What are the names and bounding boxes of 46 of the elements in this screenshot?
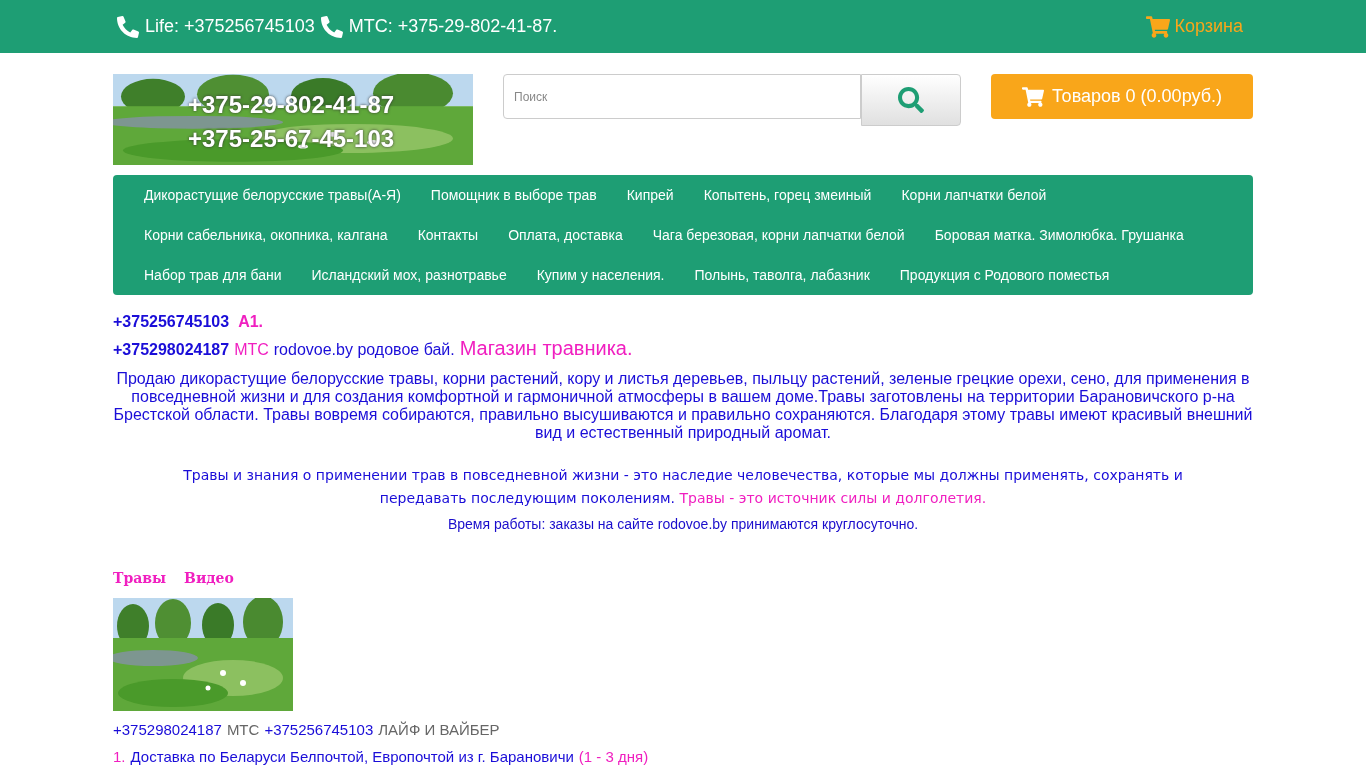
cart-button[interactable]: Товаров 0 (0.00руб.) [991, 74, 1253, 119]
list-number: 1. [113, 748, 126, 765]
cart-icon [1146, 14, 1171, 39]
contact-text: +375256745103 [113, 313, 230, 331]
phone-line-text: МТС [226, 721, 260, 738]
phone-line-text: +375256745103 [264, 721, 374, 738]
menu-item[interactable]: Купим у населения. [521, 255, 680, 295]
menu-item[interactable]: Боровая матка. Зимолюбка. Грушанка [919, 215, 1199, 255]
search-button[interactable] [861, 74, 961, 126]
phone-icon [117, 15, 139, 38]
phone-number: Life: +375256745103 [145, 16, 315, 37]
intro-paragraph: Продаю дикорастущие белорусские травы, корни растений, кору и листья деревьев, пыльцу растений, зеленые грецкие орехи, сено, для применения в повседневной жизни и для создания комфортной и гармоничной атмосферы в вашем доме.Травы заготовлены на территории Барановичского р-на Брестской области. Травы вовремя собираются, правильно высушиваются и правильно сохраняются. Благодаря этому травы имеют красивый внешний вид и естественный природный аромат. [113, 370, 1253, 442]
menu-item[interactable]: Контакты [402, 215, 494, 255]
menu-item[interactable]: Копытень, горец змеиный [688, 175, 887, 215]
phone-icon [320, 15, 343, 38]
menu-item[interactable]: Набор трав для бани [129, 255, 297, 295]
menu-item[interactable]: Дикорастущие белорусские травы(А-Я) [129, 175, 416, 215]
banner-phone: +375-25-67-45-103 [188, 124, 395, 154]
menu-item[interactable]: Полынь, таволга, лабазник [679, 255, 885, 295]
tab[interactable]: Травы [113, 570, 167, 586]
search-icon [898, 87, 924, 113]
menu-item[interactable]: Помощник в выборе трав [415, 175, 612, 215]
contact-text: МТС [234, 341, 269, 359]
delivery-time: (1 - 3 дня) [578, 748, 649, 765]
cart-link[interactable]: Корзина [1146, 14, 1243, 39]
menu-item[interactable]: Исландский мох, разнотравье [296, 255, 522, 295]
menu-item[interactable]: Кипрей [611, 175, 689, 215]
phone-line-text: ЛАЙФ И ВАЙБЕР [378, 721, 500, 738]
contact-text: Магазин травника. [459, 337, 633, 360]
menu-item[interactable]: Оплата, доставка [493, 215, 638, 255]
menu-item[interactable]: Корни сабельника, окопника, калгана [129, 215, 403, 255]
contact-text: rodovoe.by родовое бай. [273, 341, 455, 359]
search-field[interactable]: Поиск [503, 74, 861, 119]
banner-phone: +375-29-802-41-87 [188, 90, 395, 120]
phone-number: МТС: +375-29-802-41-87. [348, 16, 558, 37]
tab[interactable]: Видео [184, 570, 234, 586]
menu-item[interactable]: Чага березовая, корни лапчатки белой [637, 215, 920, 255]
cart-icon [1022, 85, 1045, 108]
menu-item[interactable]: Продукция с Родового поместья [884, 255, 1125, 295]
contact-text: А1. [238, 313, 264, 331]
working-hours: Время работы: заказы на сайте rodovoe.by принимаются круглосуточно. [446, 516, 920, 532]
phone-line-text: +375298024187 [113, 721, 222, 738]
menu-item[interactable]: Корни лапчатки белой [886, 175, 1062, 215]
delivery-link[interactable]: Доставка по Беларуси Белпочтой, Европочтой из г. Барановичи [130, 748, 574, 765]
heritage-paragraph: Травы и знания о применении трав в повседневной жизни - это наследие человечества, которые мы должны применять, сохранять и передавать последующим поколениям. Травы - это источник силы и долголетия. [182, 466, 1184, 508]
contact-text: +375298024187 [113, 341, 230, 359]
